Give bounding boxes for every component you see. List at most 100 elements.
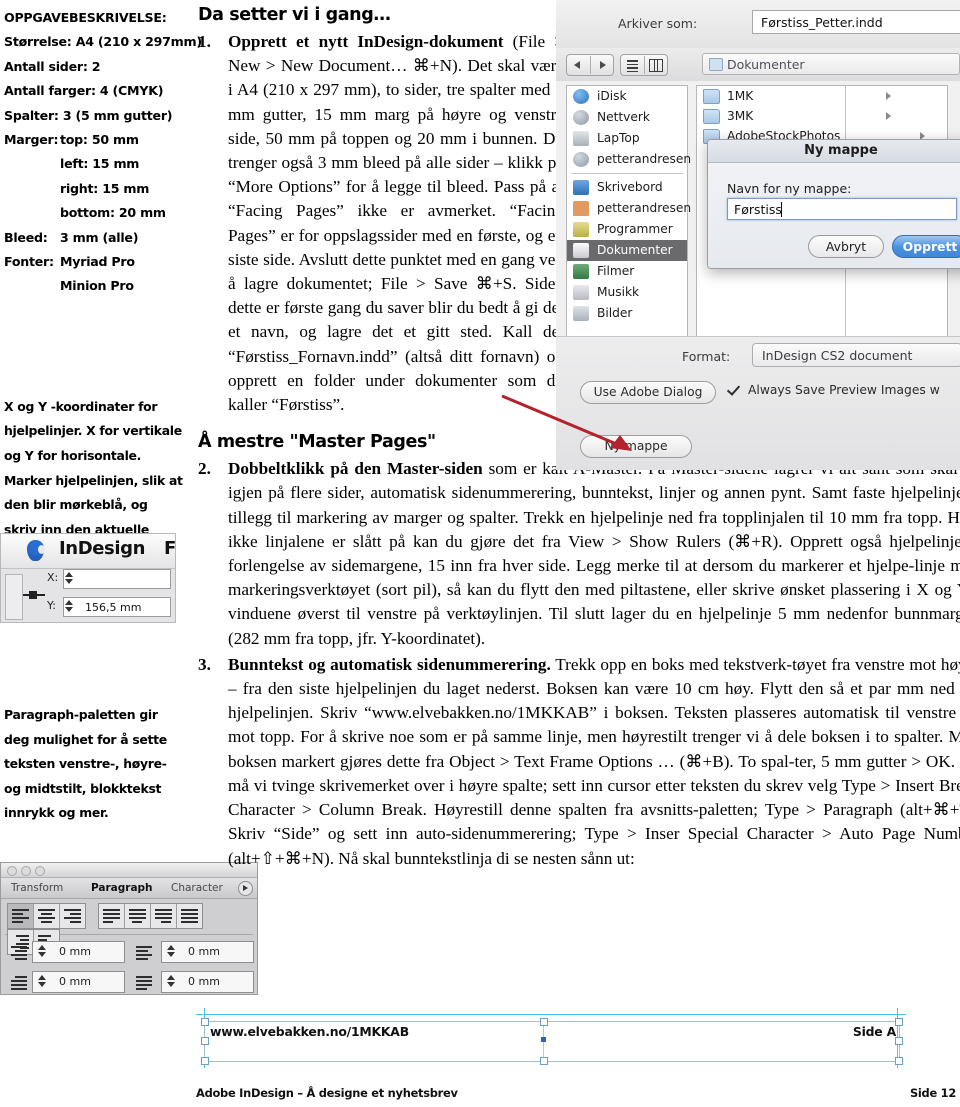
column-view-icon[interactable] <box>649 59 663 72</box>
reference-point-proxy[interactable] <box>5 574 23 620</box>
right-indent-value: 0 mm <box>188 945 220 958</box>
justify-all-button[interactable] <box>177 904 203 928</box>
always-save-preview-checkbox[interactable] <box>728 383 742 397</box>
step-3-bold: Bunntekst og automatisk sidenummerering. <box>228 654 551 674</box>
list-view-icon[interactable] <box>627 60 638 74</box>
right-indent-stepper-icon[interactable] <box>167 945 175 957</box>
text-inport-icon[interactable] <box>541 1037 546 1042</box>
step-2: 2. Dobbeltklikk på den Master-siden som … <box>198 457 960 651</box>
save-dialog-footer: Format: InDesign CS2 document Use Adobe … <box>556 336 960 470</box>
frame-handle-br[interactable] <box>895 1057 903 1065</box>
sidebar-item-bilder[interactable]: Bilder <box>567 303 687 324</box>
folder-icon <box>709 58 723 71</box>
close-icon[interactable] <box>7 866 17 876</box>
menu-file-label: F <box>164 538 176 559</box>
new-folder-button-label: Ny mappe <box>604 439 668 453</box>
frame-handle-mr[interactable] <box>895 1037 903 1045</box>
palette-menu-icon[interactable] <box>238 881 253 896</box>
x-stepper-icon[interactable] <box>65 572 74 586</box>
back-forward-buttons[interactable] <box>566 54 614 76</box>
horizontal-guide <box>196 1014 906 1015</box>
justify-center-button[interactable] <box>125 904 152 928</box>
sidebar-item-petterandresen-disk-label: petterandresen <box>597 152 692 166</box>
mac-menu-bar: InDesign F <box>1 534 175 569</box>
file-name-input[interactable]: Førstiss_Petter.indd <box>752 10 960 34</box>
step-3: 3. Bunntekst og automatisk sidenummereri… <box>198 653 960 871</box>
left-indent-input[interactable]: 0 mm <box>32 941 125 963</box>
align-right-button[interactable] <box>60 904 85 928</box>
align-left-button[interactable] <box>8 904 34 928</box>
align-center-button[interactable] <box>34 904 60 928</box>
caption-paragraph-palette: Paragraph-paletten gir deg mulighet for … <box>4 707 167 821</box>
tab-character[interactable]: Character <box>171 882 223 894</box>
sidebar-item-dokumenter[interactable]: Dokumenter <box>567 240 687 261</box>
sidebar-item-home[interactable]: petterandresen <box>567 198 691 219</box>
spec-marger-left: left: 15 mm <box>60 156 140 172</box>
sidebar-item-skrivebord-label: Skrivebord <box>597 180 663 194</box>
left-indent-stepper-icon[interactable] <box>38 945 46 957</box>
view-mode-buttons[interactable] <box>620 54 668 76</box>
frame-handle-tl[interactable] <box>201 1018 209 1026</box>
new-folder-name-value: Førstiss <box>734 202 782 217</box>
spec-spalter: Spalter: 3 (5 mm gutter) <box>4 104 184 128</box>
tab-transform[interactable]: Transform <box>11 882 63 894</box>
sidebar-item-laptop[interactable]: LapTop <box>567 128 687 149</box>
spec-antall-farger: Antall farger: 4 (CMYK) <box>4 79 184 103</box>
sidebar-item-idisk[interactable]: iDisk <box>567 86 687 107</box>
file-row-3mk[interactable]: 3MK <box>697 106 947 126</box>
spec-bleed: Bleed: 3 mm (alle) <box>4 226 184 250</box>
spec-bleed-key: Bleed: <box>4 229 48 245</box>
format-popup[interactable]: InDesign CS2 document <box>752 343 960 367</box>
step-1-bold: Opprett et nytt InDesign-dokument <box>228 32 504 51</box>
left-indent-icon <box>7 943 29 963</box>
spec-fonter-value-1: Myriad Pro <box>60 254 135 270</box>
last-line-indent-input[interactable]: 0 mm <box>161 971 254 993</box>
frame-handle-tc[interactable] <box>540 1018 548 1026</box>
x-coordinate-input[interactable] <box>63 569 171 589</box>
sidebar-item-filmer[interactable]: Filmer <box>567 261 687 282</box>
minimize-icon[interactable] <box>21 866 31 876</box>
tab-paragraph[interactable]: Paragraph <box>91 882 153 894</box>
new-folder-name-input[interactable]: Førstiss <box>727 198 957 220</box>
location-popup[interactable]: Dokumenter <box>702 53 960 75</box>
sheet-cancel-button[interactable]: Avbryt <box>808 235 884 258</box>
justify-left-button[interactable] <box>99 904 126 928</box>
first-line-indent-value: 0 mm <box>59 975 91 988</box>
zoom-icon[interactable] <box>35 866 45 876</box>
use-adobe-dialog-button[interactable]: Use Adobe Dialog <box>580 381 716 404</box>
last-line-indent-stepper-icon[interactable] <box>167 975 175 987</box>
justify-right-button[interactable] <box>151 904 178 928</box>
step-2-bold: Dobbeltklikk på den Master-siden <box>228 459 483 479</box>
right-indent-input[interactable]: 0 mm <box>161 941 254 963</box>
macos-save-dialog-screenshot: Arkiver som: Førstiss_Petter.indd Dokume… <box>556 0 960 470</box>
step-3-text: Trekk opp en boks med tekstverk-tøyet fr… <box>228 654 960 868</box>
frame-handle-bc[interactable] <box>540 1057 548 1065</box>
frame-handle-ml[interactable] <box>201 1037 209 1045</box>
sidebar-item-petterandresen-disk[interactable]: petterandresen <box>567 149 691 170</box>
file-row-1mk[interactable]: 1MK <box>697 86 947 106</box>
file-name-value: Førstiss_Petter.indd <box>761 15 883 30</box>
spec-fonter-value-2: Minion Pro <box>60 278 134 294</box>
sidebar-item-nettverk[interactable]: Nettverk <box>567 107 687 128</box>
sidebar-item-programmer[interactable]: Programmer <box>567 219 687 240</box>
spec-marger-key: Marger: <box>4 132 59 148</box>
footer-right-text: Side 12 <box>909 1086 956 1100</box>
frame-handle-tr[interactable] <box>895 1018 903 1026</box>
folder-icon <box>703 109 720 124</box>
first-line-indent-input[interactable]: 0 mm <box>32 971 125 993</box>
sidebar-item-skrivebord[interactable]: Skrivebord <box>567 177 687 198</box>
sidebar-item-programmer-label: Programmer <box>597 222 673 236</box>
save-dialog-toolbar: Dokumenter <box>556 48 960 82</box>
file-row-1mk-label: 1MK <box>727 89 754 103</box>
sheet-confirm-button[interactable]: Opprett <box>892 235 960 258</box>
sidebar-item-home-label: petterandresen <box>597 201 692 215</box>
last-line-indent-icon <box>136 973 158 993</box>
new-folder-name-label: Navn for ny mappe: <box>727 181 852 196</box>
sidebar-item-musikk[interactable]: Musikk <box>567 282 687 303</box>
first-line-indent-icon <box>7 973 29 993</box>
y-stepper-icon[interactable] <box>65 600 74 614</box>
frame-handle-bl[interactable] <box>201 1057 209 1065</box>
new-folder-button[interactable]: Ny mappe <box>580 435 692 458</box>
save-as-label: Arkiver som: <box>618 16 698 31</box>
first-line-indent-stepper-icon[interactable] <box>38 975 46 987</box>
